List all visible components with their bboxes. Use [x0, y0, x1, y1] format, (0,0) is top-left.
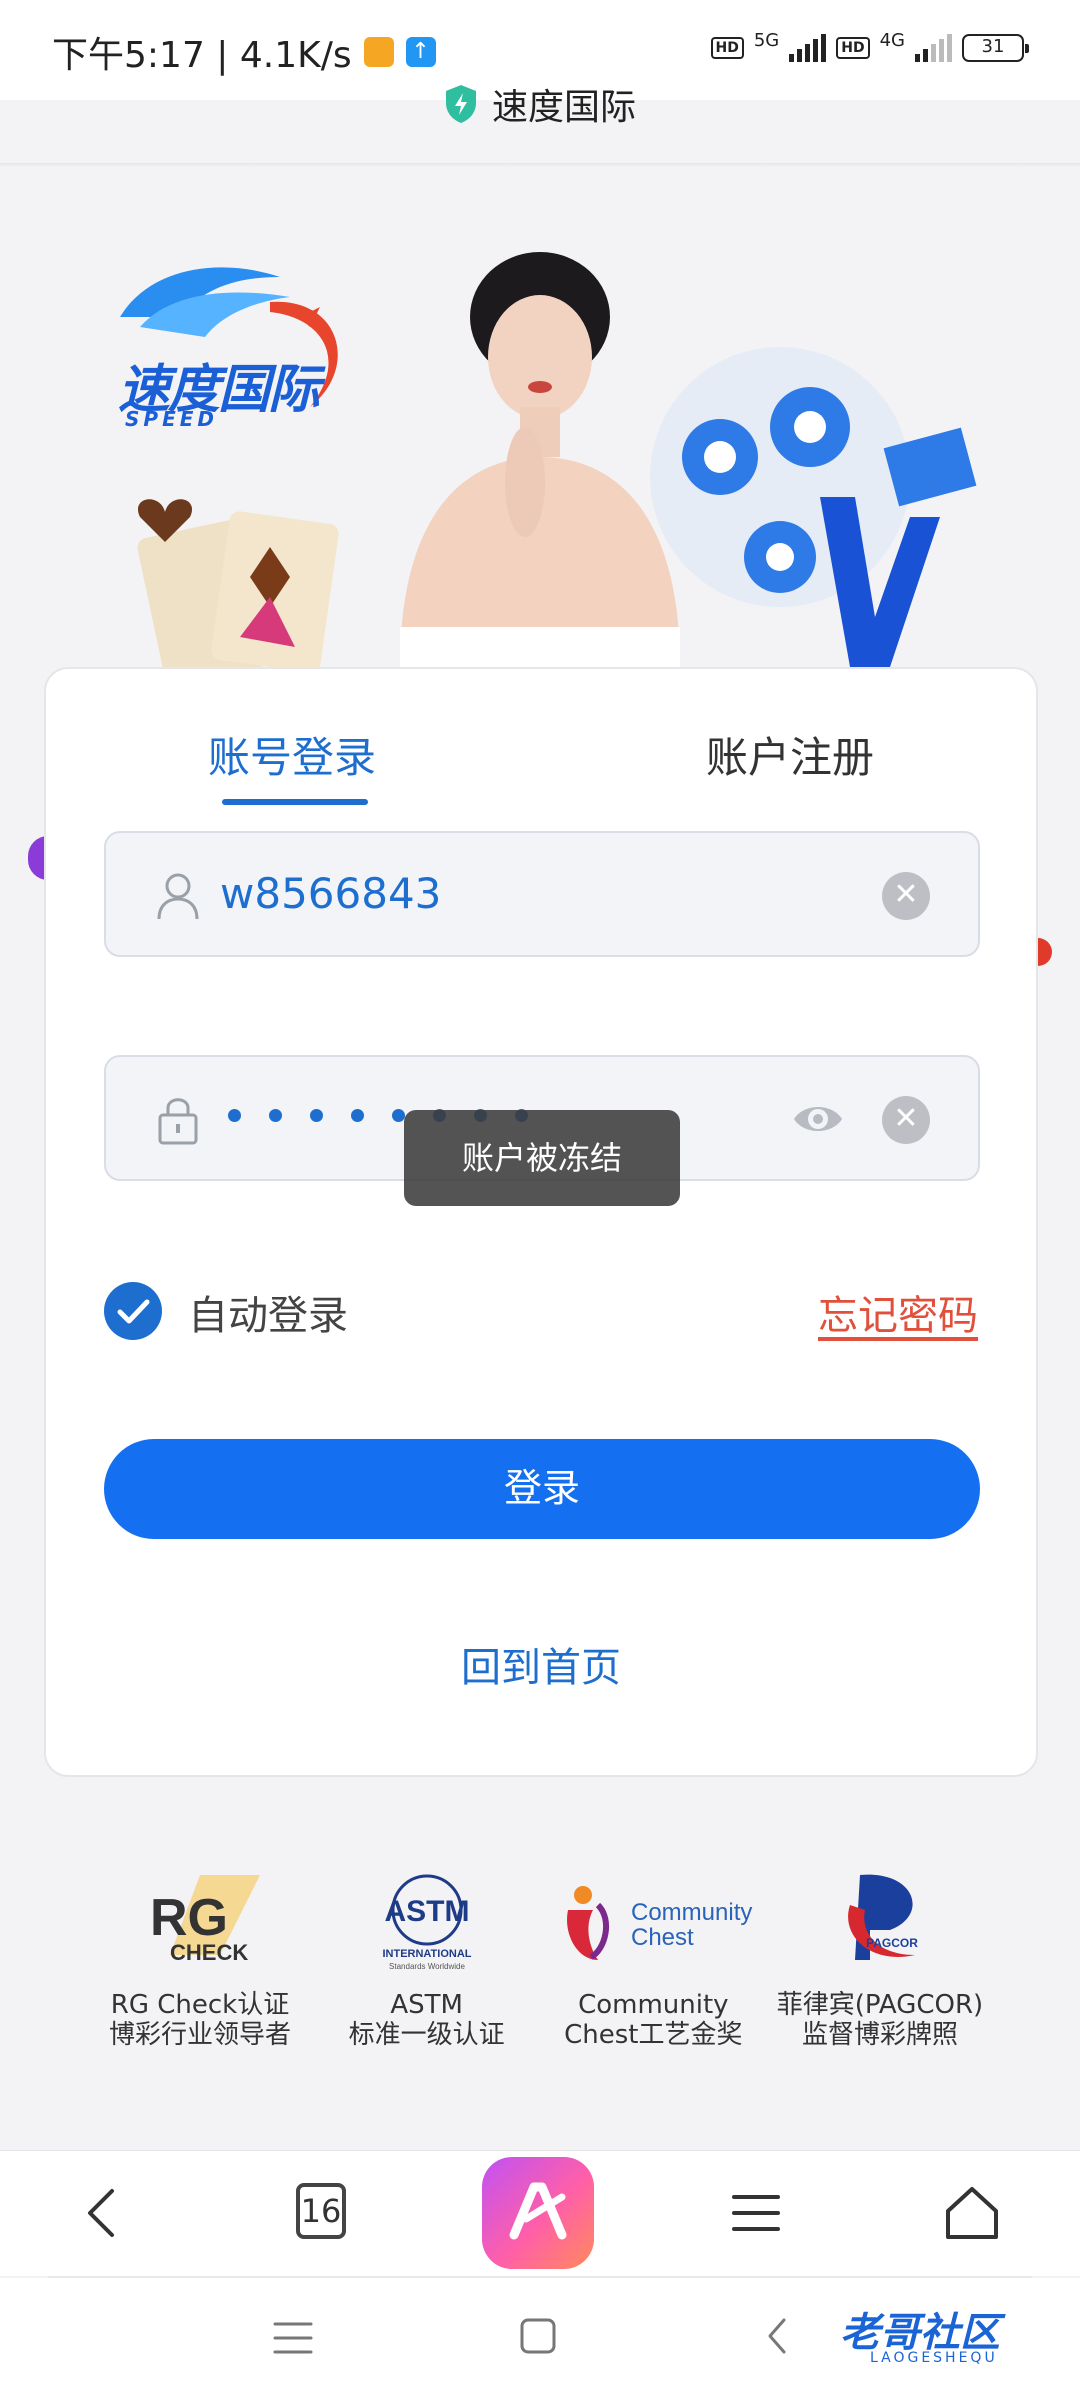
pagcor-logo-icon: PAGCOR	[770, 1860, 990, 1980]
login-button[interactable]: 登录	[104, 1439, 980, 1539]
cert-label: Community Chest工艺金奖	[564, 1990, 743, 2050]
tab-account-login[interactable]: 账号登录	[208, 724, 376, 785]
status-right: HD 5G HD 4G 31	[710, 30, 1029, 65]
status-left: 下午5:17 | 4.1K/s ↑	[52, 26, 436, 78]
clear-password-icon[interactable]: ✕	[882, 1096, 930, 1144]
app-launcher-button[interactable]	[482, 2157, 594, 2269]
watermark-sub: LAOGESHEQU	[870, 2350, 998, 2366]
menu-icon[interactable]	[724, 2181, 788, 2245]
back-to-home-link[interactable]: 回到首页	[46, 1635, 1036, 1693]
side-decoration-right	[1036, 938, 1052, 966]
svg-text:Community: Community	[631, 1899, 752, 1926]
toast-message: 账户被冻结	[404, 1110, 680, 1206]
svg-text:Standards Worldwide: Standards Worldwide	[389, 1962, 465, 1971]
active-tab-indicator	[222, 799, 368, 805]
eye-icon[interactable]	[792, 1097, 844, 1141]
user-icon	[157, 873, 199, 920]
site-title: 速度国际	[491, 87, 636, 128]
auto-login-label[interactable]: 自动登录	[188, 1283, 348, 1341]
astm-logo-icon: ASTM INTERNATIONAL Standards Worldwide	[317, 1860, 537, 1980]
system-back-icon[interactable]	[762, 2316, 792, 2356]
password-dot	[269, 1109, 282, 1122]
cert-astm: ASTM INTERNATIONAL Standards Worldwide A…	[317, 1860, 537, 2080]
upload-icon: ↑	[405, 37, 436, 67]
password-dot	[351, 1109, 364, 1122]
back-icon[interactable]	[72, 2181, 136, 2245]
shield-icon	[445, 85, 476, 123]
signal-icon-2	[915, 33, 952, 62]
lottery-machine-illustration	[650, 347, 977, 667]
clear-username-icon[interactable]: ✕	[882, 872, 930, 920]
password-dot	[310, 1109, 323, 1122]
hd-badge: HD	[710, 36, 744, 59]
login-card: 账号登录 账户注册 w8566843 ✕ ✕ 自动登录 忘记密码 登录 回到首页	[44, 667, 1038, 1777]
battery-icon: 31	[962, 33, 1029, 62]
svg-text:RG: RG	[150, 1889, 228, 1947]
lock-icon	[158, 1098, 198, 1145]
username-field[interactable]: w8566843 ✕	[104, 831, 980, 957]
svg-text:CHECK: CHECK	[170, 1940, 248, 1965]
app-logo-icon	[509, 2182, 567, 2240]
cert-community-chest: Community Chest Community Chest工艺金奖	[543, 1860, 763, 2080]
logo-subtext: SPEED	[125, 407, 218, 431]
svg-text:Chest: Chest	[631, 1924, 694, 1951]
signal-icon	[789, 33, 827, 62]
browser-toolbar: 16	[0, 2150, 1080, 2276]
cert-label: ASTM 标准一级认证	[348, 1990, 505, 2050]
net-type-4g: 4G	[879, 30, 905, 51]
address-bar[interactable]: 速度国际	[0, 78, 1080, 130]
rg-check-logo-icon: RG CHECK	[90, 1860, 310, 1980]
community-chest-logo-icon: Community Chest	[543, 1860, 763, 1980]
svg-text:PAGCOR: PAGCOR	[866, 1936, 918, 1950]
time-speed: 下午5:17 | 4.1K/s	[52, 35, 352, 76]
cert-rg-check: RG CHECK RG Check认证 博彩行业领导者	[90, 1860, 310, 2080]
hd-badge-2: HD	[836, 36, 870, 59]
home-icon[interactable]	[940, 2181, 1004, 2245]
cert-pagcor: PAGCOR 菲律宾(PAGCOR) 监督博彩牌照	[770, 1860, 990, 2080]
svg-text:ASTM: ASTM	[384, 1895, 469, 1928]
cert-label: 菲律宾(PAGCOR) 监督博彩牌照	[776, 1990, 984, 2050]
tab-account-register[interactable]: 账户注册	[706, 724, 874, 785]
forgot-password-link[interactable]: 忘记密码	[818, 1283, 978, 1341]
svg-text:INTERNATIONAL: INTERNATIONAL	[382, 1948, 471, 1960]
checkmark-icon	[117, 1299, 150, 1324]
password-dot	[228, 1109, 241, 1122]
net-type-5g: 5G	[753, 30, 780, 51]
username-value: w8566843	[220, 869, 442, 918]
auto-login-checkbox[interactable]	[104, 1282, 162, 1340]
certifications-row: RG CHECK RG Check认证 博彩行业领导者 ASTM INTERNA…	[90, 1860, 990, 2080]
recent-apps-icon[interactable]	[272, 2318, 314, 2358]
playing-cards-illustration	[137, 499, 339, 667]
cert-label: RG Check认证 博彩行业领导者	[108, 1990, 291, 2050]
hero-banner: 速度国际 SPEED	[0, 167, 1080, 667]
system-home-icon[interactable]	[518, 2316, 558, 2356]
notification-icon	[363, 37, 394, 67]
tabs-count-button[interactable]: 16	[296, 2183, 346, 2239]
